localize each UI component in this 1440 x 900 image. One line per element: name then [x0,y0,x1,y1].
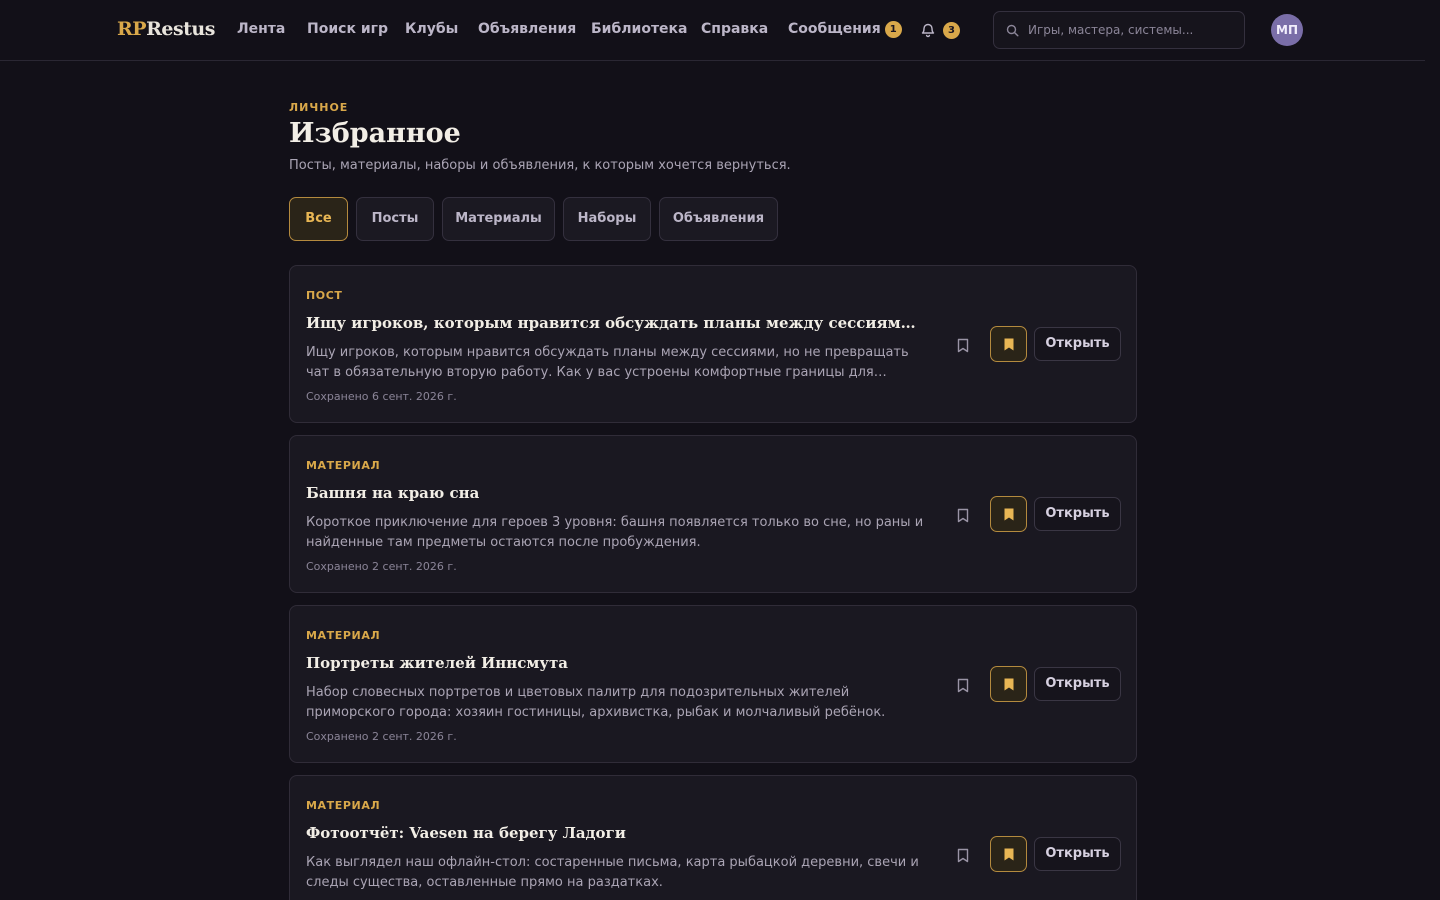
card-title[interactable]: Фотоотчёт: Vaesen на берегу Ладоги [306,824,926,842]
filter-tab-materials[interactable]: Материалы [442,197,555,241]
card-saved-date: Сохранено 6 сент. 2026 г. [306,390,457,403]
bookmark-outline-icon [957,508,969,523]
nav-item-messages[interactable]: Сообщения 1 [788,21,902,38]
search-box [993,11,1245,49]
bookmark-filled-icon [1004,508,1014,521]
remove-favorite-button[interactable] [990,836,1027,872]
bookmark-filled-icon [1004,678,1014,691]
card-excerpt: Набор словесных портретов и цветовых пал… [306,685,886,720]
card-excerpt: Короткое приключение для героев 3 уровня… [306,515,924,550]
collection-button[interactable] [951,504,975,528]
search-icon [1006,24,1019,37]
brand-prefix: RP [117,18,147,40]
messages-count-badge: 1 [884,21,902,38]
nav-item-library[interactable]: Библиотека [591,21,688,37]
remove-favorite-button[interactable] [990,326,1027,362]
filter-tab-recruitments[interactable]: Наборы [563,197,651,241]
card-type-label: ПОСТ [306,289,343,302]
open-button[interactable]: Открыть [1034,327,1121,361]
notifications-count-badge: 3 [943,22,960,39]
bookmark-filled-icon [1004,338,1014,351]
bell-icon [921,23,935,38]
collection-button[interactable] [951,674,975,698]
brand-name: Restus [146,18,215,40]
card-title[interactable]: Портреты жителей Иннсмута [306,654,926,672]
card-type-label: МАТЕРИАЛ [306,799,381,812]
card-excerpt: Как выглядел наш офлайн-стол: состаренны… [306,855,919,890]
card-saved-date: Сохранено 2 сент. 2026 г. [306,730,457,743]
card-type-label: МАТЕРИАЛ [306,629,381,642]
search-input[interactable] [1028,12,1238,48]
card-title[interactable]: Башня на краю сна [306,484,926,502]
filter-tab-posts[interactable]: Посты [356,197,434,241]
nav-item-feed[interactable]: Лента [237,21,285,37]
remove-favorite-button[interactable] [990,496,1027,532]
nav-item-help[interactable]: Справка [701,21,768,37]
top-header: RPRestus Лента Поиск игр Клубы Объявлени… [0,0,1425,61]
open-button[interactable]: Открыть [1034,837,1121,871]
notifications-button[interactable]: 3 [920,21,962,41]
nav-item-ads[interactable]: Объявления [478,21,576,37]
favorite-card: МАТЕРИАЛ Фотоотчёт: Vaesen на берегу Лад… [289,775,1137,900]
bookmark-outline-icon [957,848,969,863]
remove-favorite-button[interactable] [990,666,1027,702]
page-title: Избранное [289,118,461,149]
favorite-card: ПОСТ Ищу игроков, которым нравится обсуж… [289,265,1137,423]
favorite-card: МАТЕРИАЛ Портреты жителей Иннсмута Набор… [289,605,1137,763]
brand-logo[interactable]: RPRestus [117,18,215,40]
bookmark-outline-icon [957,338,969,353]
favorite-card: МАТЕРИАЛ Башня на краю сна Короткое прик… [289,435,1137,593]
filter-tab-all[interactable]: Все [289,197,348,241]
nav-item-messages-label: Сообщения [788,21,881,37]
nav-item-game-search[interactable]: Поиск игр [307,21,388,37]
section-eyebrow: ЛИЧНОЕ [289,101,349,114]
bookmark-filled-icon [1004,848,1014,861]
nav-item-clubs[interactable]: Клубы [405,21,458,37]
card-saved-date: Сохранено 2 сент. 2026 г. [306,560,457,573]
bookmark-outline-icon [957,678,969,693]
collection-button[interactable] [951,334,975,358]
collection-button[interactable] [951,844,975,868]
open-button[interactable]: Открыть [1034,667,1121,701]
user-avatar[interactable]: МП [1271,14,1303,46]
open-button[interactable]: Открыть [1034,497,1121,531]
card-title[interactable]: Ищу игроков, которым нравится обсуждать … [306,314,926,332]
page-subtitle: Посты, материалы, наборы и объявления, к… [289,158,791,173]
filter-tab-ads[interactable]: Объявления [659,197,778,241]
card-type-label: МАТЕРИАЛ [306,459,381,472]
card-excerpt: Ищу игроков, которым нравится обсуждать … [306,345,909,380]
